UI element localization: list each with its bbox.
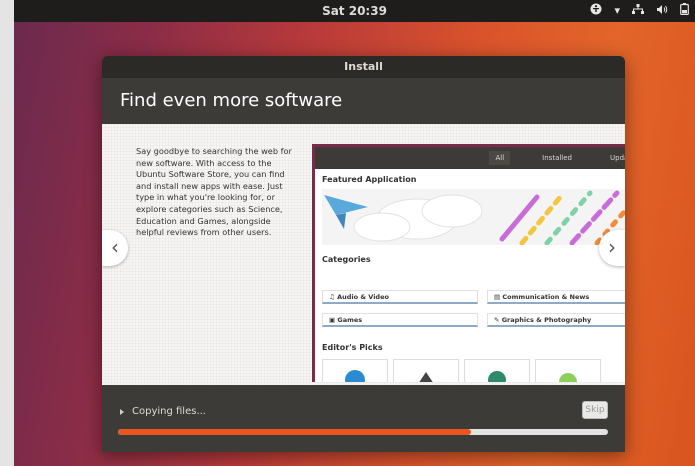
category-communication-news: ▤ Communication & News — [487, 290, 625, 304]
featured-title: Featured Application — [322, 175, 417, 184]
slide-description: Say goodbye to searching the web for new… — [136, 146, 292, 238]
slideshow: Say goodbye to searching the web for new… — [102, 124, 625, 385]
progress-footer: Copying files... Skip — [102, 385, 625, 452]
window-title[interactable]: Install — [102, 56, 625, 78]
progress-bar — [118, 429, 608, 435]
system-tray[interactable]: ▾ — [590, 3, 689, 18]
top-panel: Sat 20:39 ▾ — [14, 0, 695, 22]
pick-card — [393, 359, 459, 382]
pick-card — [322, 359, 388, 382]
store-tab-all: All — [489, 151, 511, 165]
previous-slide-button[interactable]: ‹ — [102, 230, 128, 266]
installer-window: Install Find even more software Say good… — [102, 56, 625, 452]
pick-card — [535, 359, 601, 382]
battery-icon[interactable] — [680, 3, 689, 18]
store-tab-updates: Updates — [610, 154, 625, 162]
volume-icon[interactable] — [656, 4, 668, 18]
featured-banner-art — [324, 190, 625, 245]
store-tabs: All Installed Updates — [315, 147, 625, 169]
accessibility-icon[interactable] — [590, 3, 602, 18]
category-games: ▣ Games — [322, 313, 478, 327]
progress-fill — [118, 429, 471, 435]
pick-card — [464, 359, 530, 382]
category-graphics-photography: ✎ Graphics & Photography — [487, 313, 625, 327]
store-tab-installed: Installed — [542, 154, 572, 162]
expand-triangle-icon[interactable] — [120, 409, 124, 415]
skip-button[interactable]: Skip — [582, 401, 608, 419]
featured-banner — [322, 189, 625, 245]
categories-title: Categories — [322, 255, 371, 264]
slide-heading: Find even more software — [102, 78, 625, 124]
category-audio-video: ♫ Audio & Video — [322, 290, 478, 304]
software-store-screenshot: All Installed Updates Featured Applicati… — [312, 144, 625, 382]
editors-picks-title: Editor's Picks — [322, 343, 383, 352]
status-text[interactable]: Copying files... — [132, 406, 206, 417]
desktop: Sat 20:39 ▾ Install Find even more softw… — [14, 0, 695, 466]
chevron-down-icon[interactable]: ▾ — [614, 4, 620, 17]
network-icon[interactable] — [632, 3, 644, 18]
